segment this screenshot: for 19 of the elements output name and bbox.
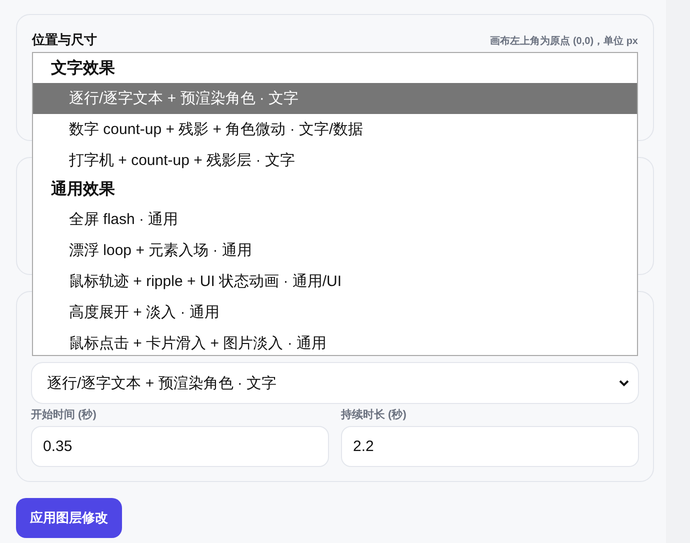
group-heading: 文字效果 [50,58,116,79]
dropdown-option[interactable]: 漂浮 loop + 元素入场 · 通用 [33,235,637,266]
field-label: 开始时间 (秒) [31,408,98,422]
hint-text: 画布左上角为原点 (0,0)，单位 px [490,34,638,48]
field-label: 持续时长 (秒) [341,408,408,422]
effect-select[interactable]: 逐行/逐字文本 + 预渲染角色 · 文字 [31,362,639,404]
dropdown-option[interactable]: 高度展开 + 淡入 · 通用 [33,297,637,328]
dropdown-option[interactable]: 打字机 + count-up + 残影层 · 文字 [33,145,637,176]
dropdown-option[interactable]: 鼠标轨迹 + ripple + UI 状态动画 · 通用/UI [33,266,637,297]
section-title: 位置与尺寸 [32,31,97,49]
input-field[interactable]: 2.2 [341,426,639,467]
dropdown-option[interactable]: 全屏 flash · 通用 [33,204,637,235]
dropdown-option[interactable]: 数字 count-up + 残影 + 角色微动 · 文字/数据 [33,114,637,145]
apply-button[interactable]: 应用图层修改 [16,498,122,538]
chevron-down-icon [618,379,630,387]
group-heading: 通用效果 [50,179,116,200]
dropdown-option[interactable]: 鼠标点击 + 卡片滑入 + 图片淡入 · 通用 [33,328,637,359]
dropdown-option[interactable]: 逐行/逐字文本 + 预渲染角色 · 文字 [33,83,637,114]
input-field[interactable]: 0.35 [31,426,329,467]
